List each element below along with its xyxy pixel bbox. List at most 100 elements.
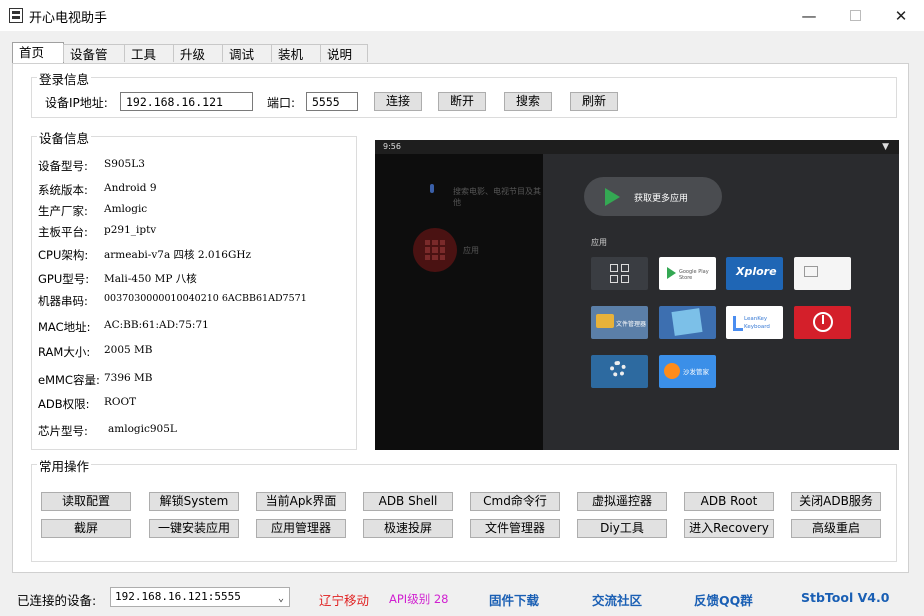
fast-cast-button[interactable]: 极速投屏 xyxy=(363,519,453,538)
info-value: ROOT xyxy=(104,396,137,408)
api-level-label: API级别 28 xyxy=(389,592,449,606)
info-value: 7396 MB xyxy=(104,372,153,384)
info-label: 生产厂家: xyxy=(38,204,88,218)
ip-input[interactable] xyxy=(120,92,253,111)
info-row-system-version: 系统版本: Android 9 xyxy=(38,182,157,198)
info-row-emmc: eMMC容量: 7396 MB xyxy=(38,372,153,388)
airplay-icon xyxy=(804,266,818,277)
info-row-serial: 机器串码: 0037030000010040210 6ACBB61AD7571 xyxy=(38,293,307,309)
adb-shell-button[interactable]: ADB Shell xyxy=(363,492,453,511)
mic-icon xyxy=(430,184,434,193)
advanced-reboot-button[interactable]: 高级重启 xyxy=(791,519,881,538)
port-input[interactable] xyxy=(306,92,358,111)
xplore-label: Xplore xyxy=(736,265,777,278)
tab-help[interactable]: 说明 xyxy=(320,44,368,62)
connect-button[interactable]: 连接 xyxy=(374,92,422,111)
maximize-button[interactable] xyxy=(832,0,878,31)
tab-debug[interactable]: 调试 xyxy=(222,44,272,62)
info-label: GPU型号: xyxy=(38,272,90,286)
gallery-tile xyxy=(659,306,716,339)
tv-apps-label: 应用 xyxy=(591,238,607,247)
info-value: amlogic905L xyxy=(108,423,177,435)
info-row-manufacturer: 生产厂家: Amlogic xyxy=(38,203,147,219)
connected-device-select[interactable]: 192.168.16.121:5555 ⌄ xyxy=(110,587,290,607)
adb-root-button[interactable]: ADB Root xyxy=(684,492,774,511)
search-button[interactable]: 搜索 xyxy=(504,92,552,111)
close-button[interactable]: ✕ xyxy=(878,0,924,31)
info-value: Amlogic xyxy=(104,203,148,215)
info-label: 机器串码: xyxy=(38,294,88,308)
info-value: 0037030000010040210 6ACBB61AD7571 xyxy=(104,293,307,304)
info-value: AC:BB:61:AD:75:71 xyxy=(104,319,209,331)
diy-tools-button[interactable]: Diy工具 xyxy=(577,519,667,538)
info-row-model: 设备型号: S905L3 xyxy=(38,158,145,174)
info-row-gpu: GPU型号: Mali-450 MP 八核 xyxy=(38,271,197,287)
tab-home[interactable]: 首页 xyxy=(12,42,64,63)
info-label: CPU架构: xyxy=(38,248,89,262)
tab-toolbox[interactable]: 工具箱 xyxy=(124,44,174,81)
tv-time: 9:56 xyxy=(383,142,401,151)
disconnect-button[interactable]: 断开 xyxy=(438,92,486,111)
file-manager-button[interactable]: 文件管理器 xyxy=(470,519,560,538)
power-tile xyxy=(794,306,851,339)
tab-upgrade[interactable]: 升级 xyxy=(173,44,223,62)
info-label: 主板平台: xyxy=(38,225,88,239)
info-label: 系统版本: xyxy=(38,183,88,197)
info-label: ADB权限: xyxy=(38,397,90,411)
info-label: 芯片型号: xyxy=(38,424,88,438)
info-row-cpu: CPU架构: armeabi-v7a 四核 2.016GHz xyxy=(38,247,251,263)
file-manager-tile: 文件管理器 xyxy=(591,306,648,339)
login-group-title: 登录信息 xyxy=(37,69,92,88)
community-link[interactable]: 交流社区 xyxy=(592,590,642,609)
info-label: RAM大小: xyxy=(38,345,91,359)
info-row-board: 主板平台: p291_iptv xyxy=(38,224,156,240)
connected-device-value: 192.168.16.121:5555 xyxy=(115,590,241,603)
unlock-system-button[interactable]: 解锁System xyxy=(149,492,239,511)
refresh-button[interactable]: 刷新 xyxy=(570,92,618,111)
feedback-qq-link[interactable]: 反馈QQ群 xyxy=(694,590,753,609)
close-adb-service-button[interactable]: 关闭ADB服务 xyxy=(791,492,881,511)
tv-screen-preview[interactable]: 9:56 ▼ 搜索电影、电视节目及其他 应用 获取更多应用 应用 Google … xyxy=(375,140,899,450)
gallery-icon xyxy=(671,308,703,336)
title-bar: 开心电视助手 — ✕ xyxy=(0,0,924,31)
connected-device-label: 已连接的设备: xyxy=(17,593,97,608)
enter-recovery-button[interactable]: 进入Recovery xyxy=(684,519,774,538)
tv-left-app-label: 应用 xyxy=(463,246,479,255)
read-config-button[interactable]: 读取配置 xyxy=(41,492,131,511)
google-play-store-tile: Google Play Store xyxy=(659,257,716,290)
info-row-mac: MAC地址: AC:BB:61:AD:75:71 xyxy=(38,319,209,335)
tv-left-pane: 搜索电影、电视节目及其他 应用 xyxy=(375,154,543,450)
carrier-label: 辽宁移动 xyxy=(319,593,370,608)
airplay-tile xyxy=(794,257,851,290)
tv-play-store-button: 获取更多应用 xyxy=(584,177,722,216)
screenshot-button[interactable]: 截屏 xyxy=(41,519,131,538)
tv-search-hint: 搜索电影、电视节目及其他 xyxy=(453,187,541,207)
one-click-install-button[interactable]: 一键安装应用 xyxy=(149,519,239,538)
app-icon xyxy=(9,8,23,23)
tab-device-management[interactable]: 设备管理 xyxy=(63,44,125,81)
info-row-adb-permission: ADB权限: ROOT xyxy=(38,396,136,412)
info-row-chip: 芯片型号: amlogic905L xyxy=(38,423,177,439)
device-info-group-title: 设备信息 xyxy=(37,128,92,147)
google-play-store-label: Google Play Store xyxy=(679,269,709,281)
tv-play-store-label: 获取更多应用 xyxy=(634,194,689,204)
tab-install[interactable]: 装机 xyxy=(271,44,321,62)
virtual-remote-button[interactable]: 虚拟遥控器 xyxy=(577,492,667,511)
minimize-button[interactable]: — xyxy=(786,0,832,31)
cmd-button[interactable]: Cmd命令行 xyxy=(470,492,560,511)
xplore-tile: Xplore xyxy=(726,257,783,290)
ip-label: 设备IP地址: xyxy=(45,96,108,110)
tv-apps-icon xyxy=(413,228,457,272)
window-title: 开心电视助手 xyxy=(29,11,108,26)
settings-tile xyxy=(591,355,648,388)
port-label: 端口: xyxy=(267,96,296,110)
maximize-icon xyxy=(849,10,861,21)
info-label: 设备型号: xyxy=(38,159,88,173)
info-value: Android 9 xyxy=(104,182,157,194)
app-manager-button[interactable]: 应用管理器 xyxy=(256,519,346,538)
sofa-butler-tile: 沙发管家 xyxy=(659,355,716,388)
current-apk-button[interactable]: 当前Apk界面 xyxy=(256,492,346,511)
firmware-download-link[interactable]: 固件下载 xyxy=(489,590,539,609)
leanback-keyboard-tile: LeanKey Keyboard xyxy=(726,306,783,339)
sofa-butler-label: 沙发管家 xyxy=(683,368,709,376)
